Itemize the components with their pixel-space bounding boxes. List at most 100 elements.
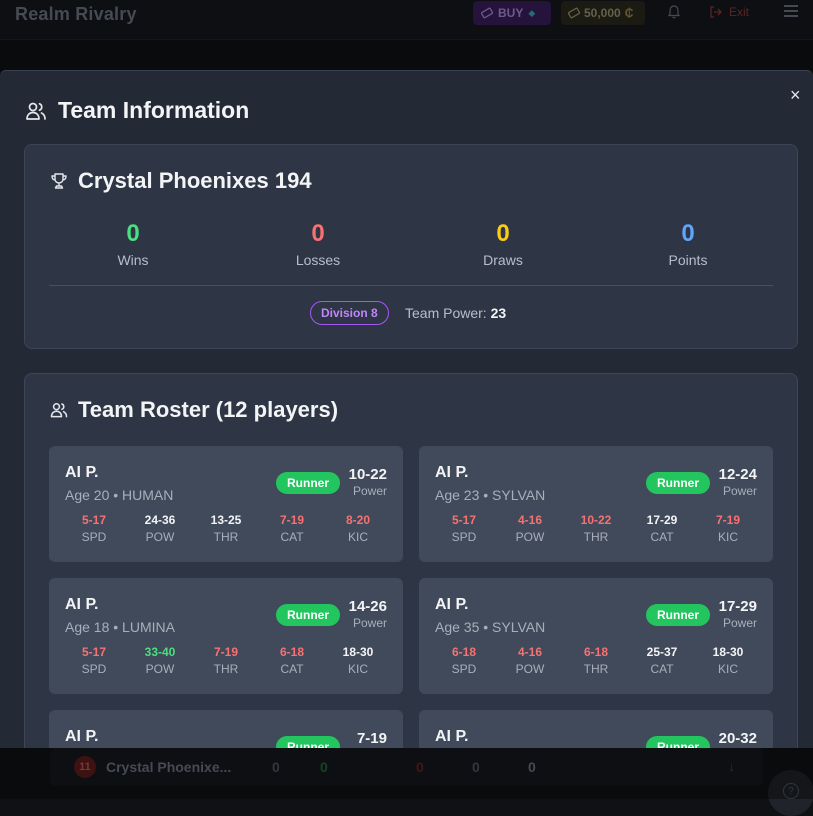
- player-name: AI P.: [435, 728, 469, 745]
- player-stat-value: 5-17: [81, 645, 107, 659]
- player-stat: 7-19 THR: [193, 645, 259, 676]
- player-card[interactable]: AI P. Runner 7-19Power: [49, 710, 403, 748]
- player-name: AI P.: [65, 596, 99, 613]
- player-stat-value: 25-37: [646, 645, 678, 659]
- player-power: 7-19Power: [353, 730, 387, 748]
- player-card[interactable]: AI P. Age 20 • HUMAN Runner 10-22 Power 5-17 S…: [49, 446, 403, 562]
- wins-value: 0: [126, 220, 140, 247]
- users-icon: [26, 102, 46, 120]
- player-card[interactable]: AI P. Runner 20-32Power: [419, 710, 773, 748]
- player-stat-label: THR: [213, 530, 239, 544]
- roster-title: Team Roster (12 players): [49, 397, 338, 423]
- player-stat: 18-30 KIC: [695, 645, 761, 676]
- player-power-value: 10-22: [348, 466, 387, 483]
- player-stat: 6-18 THR: [563, 645, 629, 676]
- player-stat-label: SPD: [81, 530, 107, 544]
- player-stat-value: 13-25: [210, 513, 242, 527]
- player-card[interactable]: AI P. Age 35 • SYLVAN Runner 17-29 Power 6-18…: [419, 578, 773, 694]
- player-age-race: Age 35 • SYLVAN: [435, 619, 546, 635]
- team-power-value: 23: [490, 305, 507, 321]
- player-stat-label: SPD: [81, 662, 107, 676]
- player-stat-value: 6-18: [451, 645, 477, 659]
- losses-value: 0: [311, 220, 325, 247]
- player-stat: 5-17 SPD: [61, 513, 127, 544]
- wins-label: Wins: [117, 252, 149, 268]
- player-card[interactable]: AI P. Age 23 • SYLVAN Runner 12-24 Power 5-17…: [419, 446, 773, 562]
- player-power: 10-22 Power: [349, 466, 387, 498]
- player-name: AI P.: [435, 464, 469, 481]
- player-stat-value: 4-16: [517, 513, 543, 527]
- points-label: Points: [668, 252, 708, 268]
- role-badge: Runner: [276, 604, 340, 626]
- player-stat-value: 10-22: [580, 513, 612, 527]
- player-age-race: Age 20 • HUMAN: [65, 487, 174, 503]
- player-name: AI P.: [435, 596, 469, 613]
- player-name: AI P.: [65, 464, 99, 481]
- team-summary-card: Crystal Phoenixes 194 0 Wins 0 Losses 0 …: [24, 144, 798, 349]
- player-stat-label: KIC: [717, 530, 738, 544]
- player-stat-label: POW: [515, 662, 545, 676]
- player-stat: 4-16 POW: [497, 513, 563, 544]
- player-card[interactable]: AI P. Age 18 • LUMINA Runner 14-26 Power 5-17…: [49, 578, 403, 694]
- close-icon[interactable]: ×: [790, 86, 804, 104]
- player-stats: 5-17 SPD 33-40 POW 7-19 THR 6-18 CAT 18-30 KIC: [61, 645, 391, 676]
- player-stat: 17-29 CAT: [629, 513, 695, 544]
- team-power: Team Power: 23: [405, 305, 506, 321]
- player-power-label: Power: [352, 484, 387, 498]
- player-stat-label: CAT: [650, 530, 674, 544]
- draws-label: Draws: [483, 252, 523, 268]
- draws-value: 0: [496, 220, 510, 247]
- player-power-value: 14-26: [348, 598, 387, 615]
- player-stat: 4-16 POW: [497, 645, 563, 676]
- player-stat-label: CAT: [280, 530, 304, 544]
- player-stat-value: 5-17: [81, 513, 107, 527]
- player-stat-value: 8-20: [345, 513, 371, 527]
- player-stat: 10-22 THR: [563, 513, 629, 544]
- player-stat-value: 6-18: [583, 645, 609, 659]
- player-power-label: Power: [722, 484, 757, 498]
- users-icon: [50, 403, 68, 418]
- trophy-icon: [51, 173, 67, 189]
- player-power: 12-24 Power: [719, 466, 757, 498]
- player-stat-value: 5-17: [451, 513, 477, 527]
- wins-stat: 0 Wins: [58, 220, 208, 268]
- player-stat-value: 24-36: [144, 513, 176, 527]
- player-stat: 24-36 POW: [127, 513, 193, 544]
- player-stat: 6-18 SPD: [431, 645, 497, 676]
- roster-title-text: Team Roster (12 players): [78, 397, 339, 422]
- player-stat-label: CAT: [650, 662, 674, 676]
- player-stat-label: SPD: [451, 662, 477, 676]
- player-power: 17-29 Power: [719, 598, 757, 630]
- player-stat-label: SPD: [451, 530, 477, 544]
- player-power-value: 7-19: [356, 730, 387, 747]
- player-age-race: Age 23 • SYLVAN: [435, 487, 546, 503]
- player-stat-value: 7-19: [213, 645, 239, 659]
- modal-title: Team Information: [24, 97, 249, 124]
- team-info-modal: × Team Information Crystal Phoenixes 194…: [0, 70, 813, 748]
- player-stat: 5-17 SPD: [431, 513, 497, 544]
- player-power-value: 12-24: [718, 466, 757, 483]
- player-stats: 5-17 SPD 4-16 POW 10-22 THR 17-29 CAT 7-19 KIC: [431, 513, 761, 544]
- player-stat-value: 18-30: [342, 645, 374, 659]
- divider: [49, 285, 773, 286]
- role-badge: Runner: [646, 472, 710, 494]
- draws-stat: 0 Draws: [428, 220, 578, 268]
- player-stats: 5-17 SPD 24-36 POW 13-25 THR 7-19 CAT 8-20 KIC: [61, 513, 391, 544]
- player-stat-label: THR: [213, 662, 239, 676]
- points-stat: 0 Points: [613, 220, 763, 268]
- player-stat-label: POW: [515, 530, 545, 544]
- team-power-label: Team Power:: [405, 305, 487, 321]
- points-value: 0: [681, 220, 695, 247]
- role-badge: Runner: [276, 736, 340, 748]
- player-power-value: 17-29: [718, 598, 757, 615]
- player-stat-value: 6-18: [279, 645, 305, 659]
- player-stat: 13-25 THR: [193, 513, 259, 544]
- player-stat-label: THR: [583, 662, 609, 676]
- player-stat-value: 18-30: [712, 645, 744, 659]
- losses-label: Losses: [295, 252, 341, 268]
- player-stat-value: 7-19: [715, 513, 741, 527]
- player-power-label: Power: [352, 616, 387, 630]
- player-stat: 18-30 KIC: [325, 645, 391, 676]
- player-name: AI P.: [65, 728, 99, 745]
- role-badge: Runner: [646, 736, 710, 748]
